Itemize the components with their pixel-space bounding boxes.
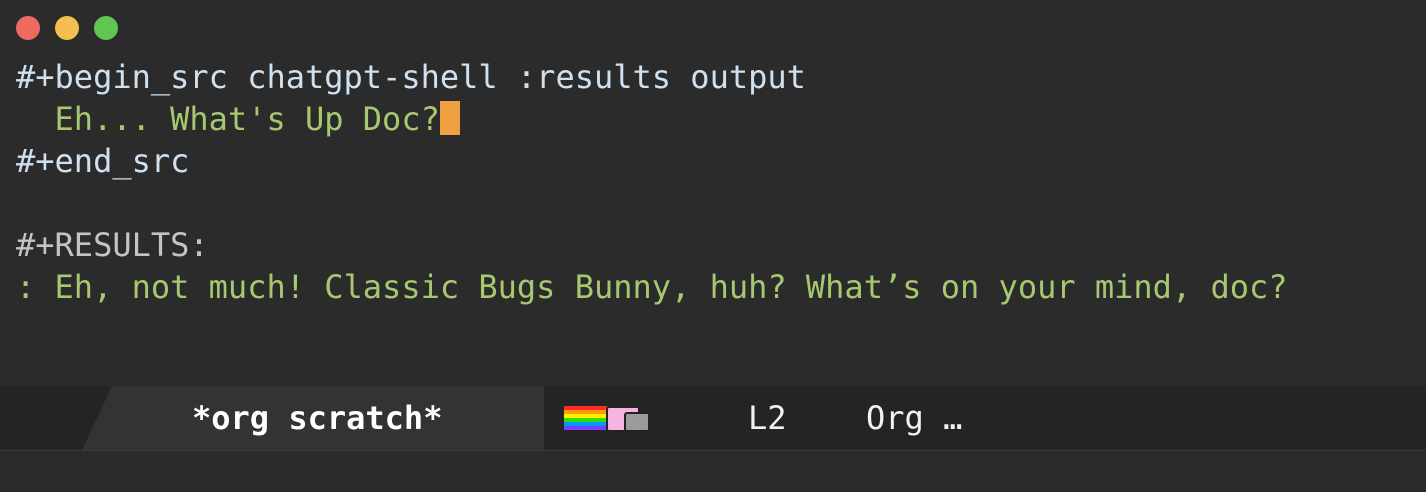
buffer-tab-left-edge — [82, 386, 112, 450]
end-src-line[interactable]: #+end_src — [16, 140, 1410, 182]
blank-line[interactable] — [16, 182, 1410, 224]
close-window-button[interactable] — [16, 16, 40, 40]
buffer-tab-right-edge — [514, 386, 544, 450]
minibuffer[interactable] — [0, 451, 1426, 492]
text-buffer[interactable]: #+begin_src chatgpt-shell :results outpu… — [16, 56, 1410, 308]
rainbow-trail — [564, 406, 608, 430]
window-controls — [16, 16, 118, 40]
text-cursor — [439, 101, 460, 135]
buffer-name[interactable]: *org scratch* — [192, 400, 442, 436]
begin-src-line[interactable]: #+begin_src chatgpt-shell :results outpu… — [16, 56, 1410, 98]
nyan-cat-icon — [564, 404, 650, 434]
line-number: L2 — [748, 399, 787, 437]
editor-window: #+begin_src chatgpt-shell :results outpu… — [0, 0, 1426, 492]
nyan-cat-head — [624, 412, 650, 432]
source-code-line[interactable]: Eh... What's Up Doc? — [16, 98, 1410, 140]
source-code-text: Eh... What's Up Doc? — [16, 100, 440, 138]
minimize-window-button[interactable] — [55, 16, 79, 40]
mode-line: *org scratch* L2 Org … — [0, 386, 1426, 451]
major-mode-indicator[interactable]: Org … — [866, 400, 962, 436]
results-output-line[interactable]: : Eh, not much! Classic Bugs Bunny, huh?… — [16, 266, 1410, 308]
results-keyword-line[interactable]: #+RESULTS: — [16, 224, 1410, 266]
zoom-window-button[interactable] — [94, 16, 118, 40]
